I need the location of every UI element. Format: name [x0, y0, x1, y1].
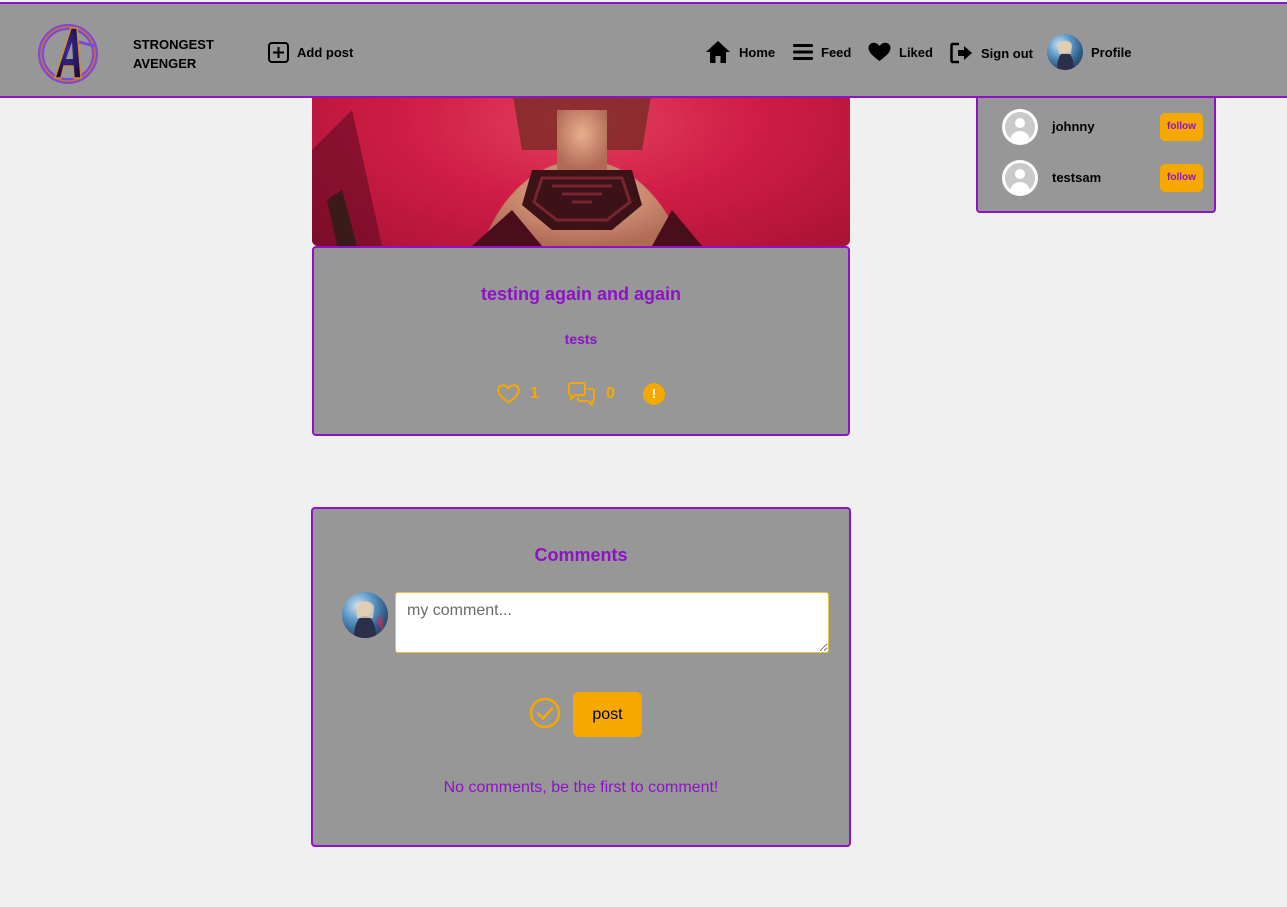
report-icon: ! [642, 383, 665, 405]
commenter-avatar [342, 592, 388, 638]
nav-liked-label: Liked [899, 44, 933, 60]
menu-icon [793, 44, 813, 60]
add-post-label: Add post [297, 45, 354, 60]
empty-comments-message: No comments, be the first to comment! [443, 779, 719, 796]
nav-home-link[interactable]: Home [705, 40, 775, 64]
nav-feed-label: Feed [821, 44, 852, 60]
post-card: testing again and again tests 1 0 ! [312, 246, 850, 436]
like-count: 1 [530, 385, 539, 402]
home-icon [706, 41, 730, 63]
suggestion-username[interactable]: johnny [1052, 109, 1095, 145]
sign-out-label: Sign out [981, 45, 1033, 61]
user-placeholder-icon [1002, 160, 1038, 196]
nav-profile-label: Profile [1091, 44, 1132, 60]
comment-input[interactable] [395, 592, 829, 653]
nav-feed-link[interactable]: Feed [793, 42, 851, 62]
comment-count: 0 [606, 385, 615, 402]
suggestion-username[interactable]: testsam [1052, 160, 1101, 196]
brand-name: STRONGEST AVENGER [133, 35, 214, 73]
post-tag[interactable]: tests [314, 331, 848, 347]
comments-section: Comments post No comments, be the first … [311, 507, 851, 847]
comments-title: Comments [534, 545, 628, 565]
follow-suggestions: johnny follow testsam follow [976, 96, 1216, 213]
profile-avatar [1047, 34, 1083, 70]
post-image-art [312, 90, 850, 246]
brand-line-1: STRONGEST [133, 37, 214, 52]
suggestion-row: johnny [1002, 109, 1095, 145]
user-placeholder-icon [1002, 109, 1038, 145]
post-comment-button[interactable]: post [573, 692, 642, 737]
follow-button[interactable]: follow [1160, 164, 1203, 192]
heart-icon [868, 42, 891, 61]
suggestion-row: testsam [1002, 160, 1101, 196]
nav-home-label: Home [739, 44, 776, 60]
top-navbar: STRONGEST AVENGER Add post Home Feed Lik… [0, 2, 1287, 98]
avengers-logo-icon[interactable] [35, 22, 101, 84]
follow-button[interactable]: follow [1160, 113, 1203, 141]
comments-icon [568, 382, 595, 406]
post-actions: 1 0 ! [314, 382, 848, 406]
sign-out-button[interactable]: Sign out [950, 42, 1033, 64]
post-image [312, 90, 850, 246]
add-square-icon [268, 42, 289, 63]
brand-line-2: AVENGER [133, 56, 197, 71]
like-button[interactable]: 1 [497, 384, 539, 404]
check-circle-icon[interactable] [529, 697, 561, 734]
sign-out-icon [950, 42, 972, 64]
report-button[interactable]: ! [642, 383, 665, 405]
add-post-button[interactable]: Add post [268, 42, 353, 63]
nav-profile-link[interactable]: Profile [1047, 34, 1131, 70]
nav-liked-link[interactable]: Liked [868, 42, 933, 62]
heart-outline-icon [497, 384, 520, 404]
comment-count-button[interactable]: 0 [567, 382, 615, 406]
post-title: testing again and again [480, 284, 682, 304]
